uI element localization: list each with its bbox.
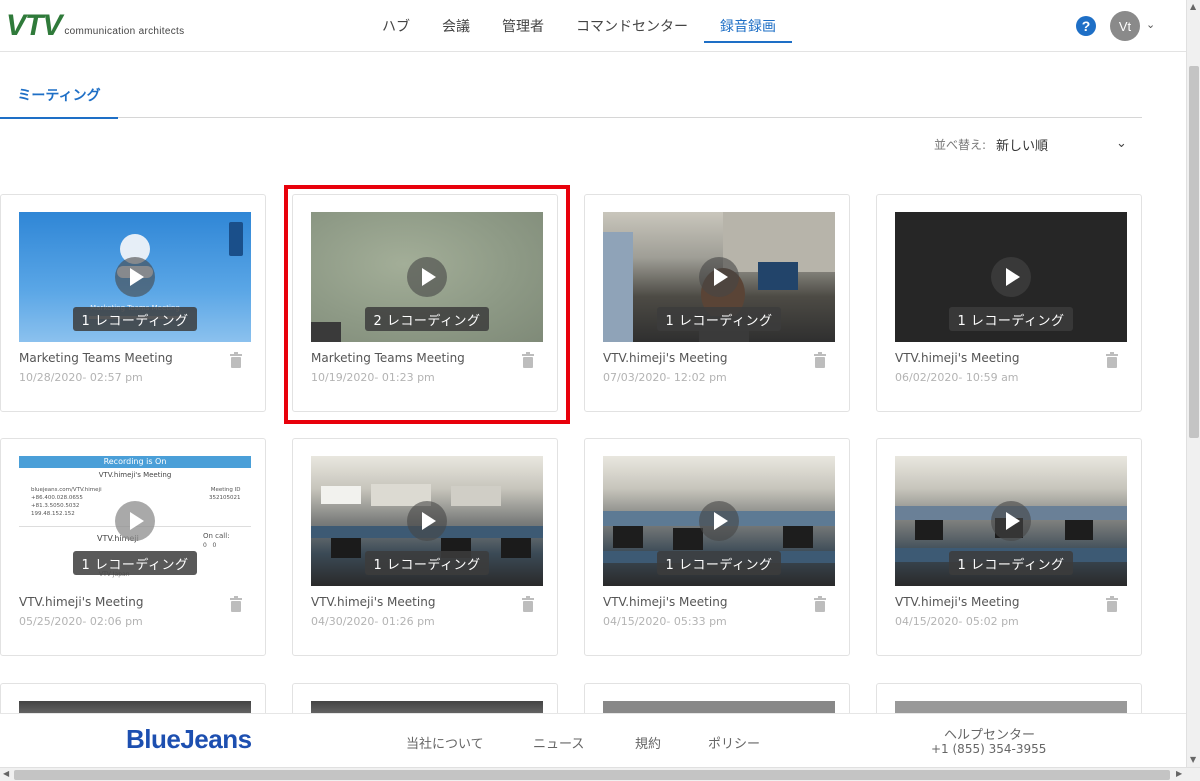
- meeting-id-label: Meeting ID: [210, 487, 241, 493]
- recording-card[interactable]: Recording is On VTV.himeji's Meeting blu…: [0, 438, 266, 656]
- recording-thumbnail[interactable]: 1 レコーディング: [895, 456, 1127, 586]
- bluejeans-logo[interactable]: BlueJeans: [126, 724, 252, 755]
- rec-meeting-id: Meeting ID 352105021: [209, 486, 241, 502]
- meeting-date: 04/15/2020- 05:02 pm: [895, 615, 1019, 628]
- footer-link-terms[interactable]: 規約: [635, 733, 661, 752]
- play-icon[interactable]: [991, 501, 1031, 541]
- nav-admin[interactable]: 管理者: [486, 0, 560, 52]
- rec-ip: 199.48.152.152: [31, 511, 75, 517]
- play-icon[interactable]: [991, 257, 1031, 297]
- recording-count-badge: 1 レコーディング: [73, 307, 197, 331]
- horizontal-scrollbar[interactable]: ◀ ▶: [0, 767, 1200, 781]
- recording-count-badge: 1 レコーディング: [73, 551, 197, 575]
- recording-count-badge: 1 レコーディング: [949, 551, 1073, 575]
- tab-meetings[interactable]: ミーティング: [0, 72, 118, 119]
- scroll-up-icon[interactable]: ▲: [1190, 2, 1196, 11]
- meeting-date: 04/30/2020- 01:26 pm: [311, 615, 435, 628]
- meeting-title[interactable]: VTV.himeji's Meeting: [603, 351, 727, 365]
- recording-thumbnail[interactable]: Marketing Teams Meeting 1 レコーディング: [19, 212, 251, 342]
- nav-hub[interactable]: ハブ: [366, 0, 426, 52]
- recording-thumbnail[interactable]: 1 レコーディング: [311, 456, 543, 586]
- top-header: VTV communication architects ハブ 会議 管理者 コ…: [0, 0, 1186, 52]
- meeting-title[interactable]: VTV.himeji's Meeting: [19, 595, 143, 609]
- meeting-title[interactable]: VTV.himeji's Meeting: [895, 595, 1019, 609]
- rec-phone-2: +81.3.5050.5032: [31, 503, 80, 509]
- rec-details: bluejeans.com/VTV.himeji +86.400.028.065…: [31, 486, 102, 518]
- footer-link-news[interactable]: ニュース: [533, 733, 584, 752]
- scroll-down-icon[interactable]: ▼: [1190, 755, 1196, 764]
- meeting-date: 06/02/2020- 10:59 am: [895, 371, 1019, 384]
- trash-icon[interactable]: [521, 596, 535, 612]
- recording-thumbnail[interactable]: Recording is On VTV.himeji's Meeting blu…: [19, 456, 251, 586]
- sort-select[interactable]: 新しい順: [996, 135, 1048, 154]
- play-icon[interactable]: [699, 257, 739, 297]
- meeting-date: 07/03/2020- 12:02 pm: [603, 371, 727, 384]
- recording-card[interactable]: 1 レコーディング VTV.himeji's Meeting 04/15/202…: [876, 438, 1142, 656]
- trash-icon[interactable]: [229, 596, 243, 612]
- play-icon[interactable]: [115, 257, 155, 297]
- recording-thumbnail[interactable]: 1 レコーディング: [895, 212, 1127, 342]
- recording-count-badge: 1 レコーディング: [365, 551, 489, 575]
- recording-thumbnail[interactable]: 1 レコーディング: [603, 456, 835, 586]
- logo-tagline: communication architects: [64, 26, 185, 37]
- meeting-title[interactable]: VTV.himeji's Meeting: [603, 595, 727, 609]
- nav-meetings[interactable]: 会議: [426, 0, 486, 52]
- chevron-down-icon[interactable]: ⌄: [1116, 136, 1127, 151]
- play-icon[interactable]: [699, 501, 739, 541]
- recording-count-badge: 1 レコーディング: [657, 551, 781, 575]
- recording-count-badge: 1 レコーディング: [949, 307, 1073, 331]
- scroll-right-icon[interactable]: ▶: [1176, 769, 1182, 778]
- recording-on-banner: Recording is On: [19, 456, 251, 468]
- rec-meeting-title: VTV.himeji's Meeting: [98, 471, 172, 479]
- vertical-scroll-thumb[interactable]: [1189, 66, 1199, 438]
- rec-url: bluejeans.com/VTV.himeji: [31, 487, 102, 493]
- recording-card[interactable]: 1 レコーディング VTV.himeji's Meeting 07/03/202…: [584, 194, 850, 412]
- vtv-logo[interactable]: VTV communication architects: [6, 11, 184, 41]
- meeting-title[interactable]: Marketing Teams Meeting: [19, 351, 173, 365]
- sort-label: 並べ替え:: [934, 138, 987, 152]
- meeting-date: 10/28/2020- 02:57 pm: [19, 371, 143, 384]
- highlight-box: [284, 185, 570, 424]
- recording-card[interactable]: Marketing Teams Meeting 1 レコーディング Market…: [0, 194, 266, 412]
- chevron-down-icon[interactable]: ⌄: [1146, 18, 1155, 31]
- footer: BlueJeans 当社について ニュース 規約 ポリシー ヘルプセンター +1…: [0, 713, 1186, 767]
- avatar[interactable]: Vt: [1110, 11, 1140, 41]
- meeting-date: 04/15/2020- 05:33 pm: [603, 615, 727, 628]
- main-nav: ハブ 会議 管理者 コマンドセンター 録音録画: [366, 0, 792, 52]
- trash-icon[interactable]: [813, 596, 827, 612]
- trash-icon[interactable]: [1105, 352, 1119, 368]
- vertical-scrollbar[interactable]: ▲ ▼: [1186, 0, 1200, 767]
- trash-icon[interactable]: [229, 352, 243, 368]
- footer-help-center[interactable]: ヘルプセンター: [944, 724, 1035, 743]
- footer-link-about[interactable]: 当社について: [406, 733, 484, 752]
- trash-icon[interactable]: [813, 352, 827, 368]
- rec-phone-1: +86.400.028.0655: [31, 495, 83, 501]
- horizontal-scroll-thumb[interactable]: [14, 770, 1170, 780]
- recording-count-badge: 1 レコーディング: [657, 307, 781, 331]
- play-icon[interactable]: [407, 501, 447, 541]
- play-icon[interactable]: [115, 501, 155, 541]
- logo-mark: VTV: [6, 9, 62, 42]
- tab-bar: ミーティング: [0, 72, 1142, 119]
- meeting-title[interactable]: VTV.himeji's Meeting: [311, 595, 435, 609]
- meeting-id-value: 352105021: [209, 495, 241, 501]
- rec-on-call: On call:: [203, 532, 230, 540]
- meeting-title[interactable]: VTV.himeji's Meeting: [895, 351, 1019, 365]
- nav-recordings[interactable]: 録音録画: [704, 0, 792, 52]
- recording-card[interactable]: 1 レコーディング VTV.himeji's Meeting 04/15/202…: [584, 438, 850, 656]
- meeting-date: 05/25/2020- 02:06 pm: [19, 615, 143, 628]
- footer-phone: +1 (855) 354-3955: [931, 742, 1047, 756]
- scroll-left-icon[interactable]: ◀: [3, 769, 9, 778]
- footer-link-policy[interactable]: ポリシー: [708, 733, 760, 752]
- trash-icon[interactable]: [1105, 596, 1119, 612]
- recording-thumbnail[interactable]: 1 レコーディング: [603, 212, 835, 342]
- nav-command-center[interactable]: コマンドセンター: [560, 0, 704, 52]
- recording-card[interactable]: 1 レコーディング VTV.himeji's Meeting 06/02/202…: [876, 194, 1142, 412]
- rec-on-call-counts: 0 0: [203, 542, 217, 549]
- help-icon[interactable]: ?: [1076, 16, 1096, 36]
- recording-card[interactable]: 1 レコーディング VTV.himeji's Meeting 04/30/202…: [292, 438, 558, 656]
